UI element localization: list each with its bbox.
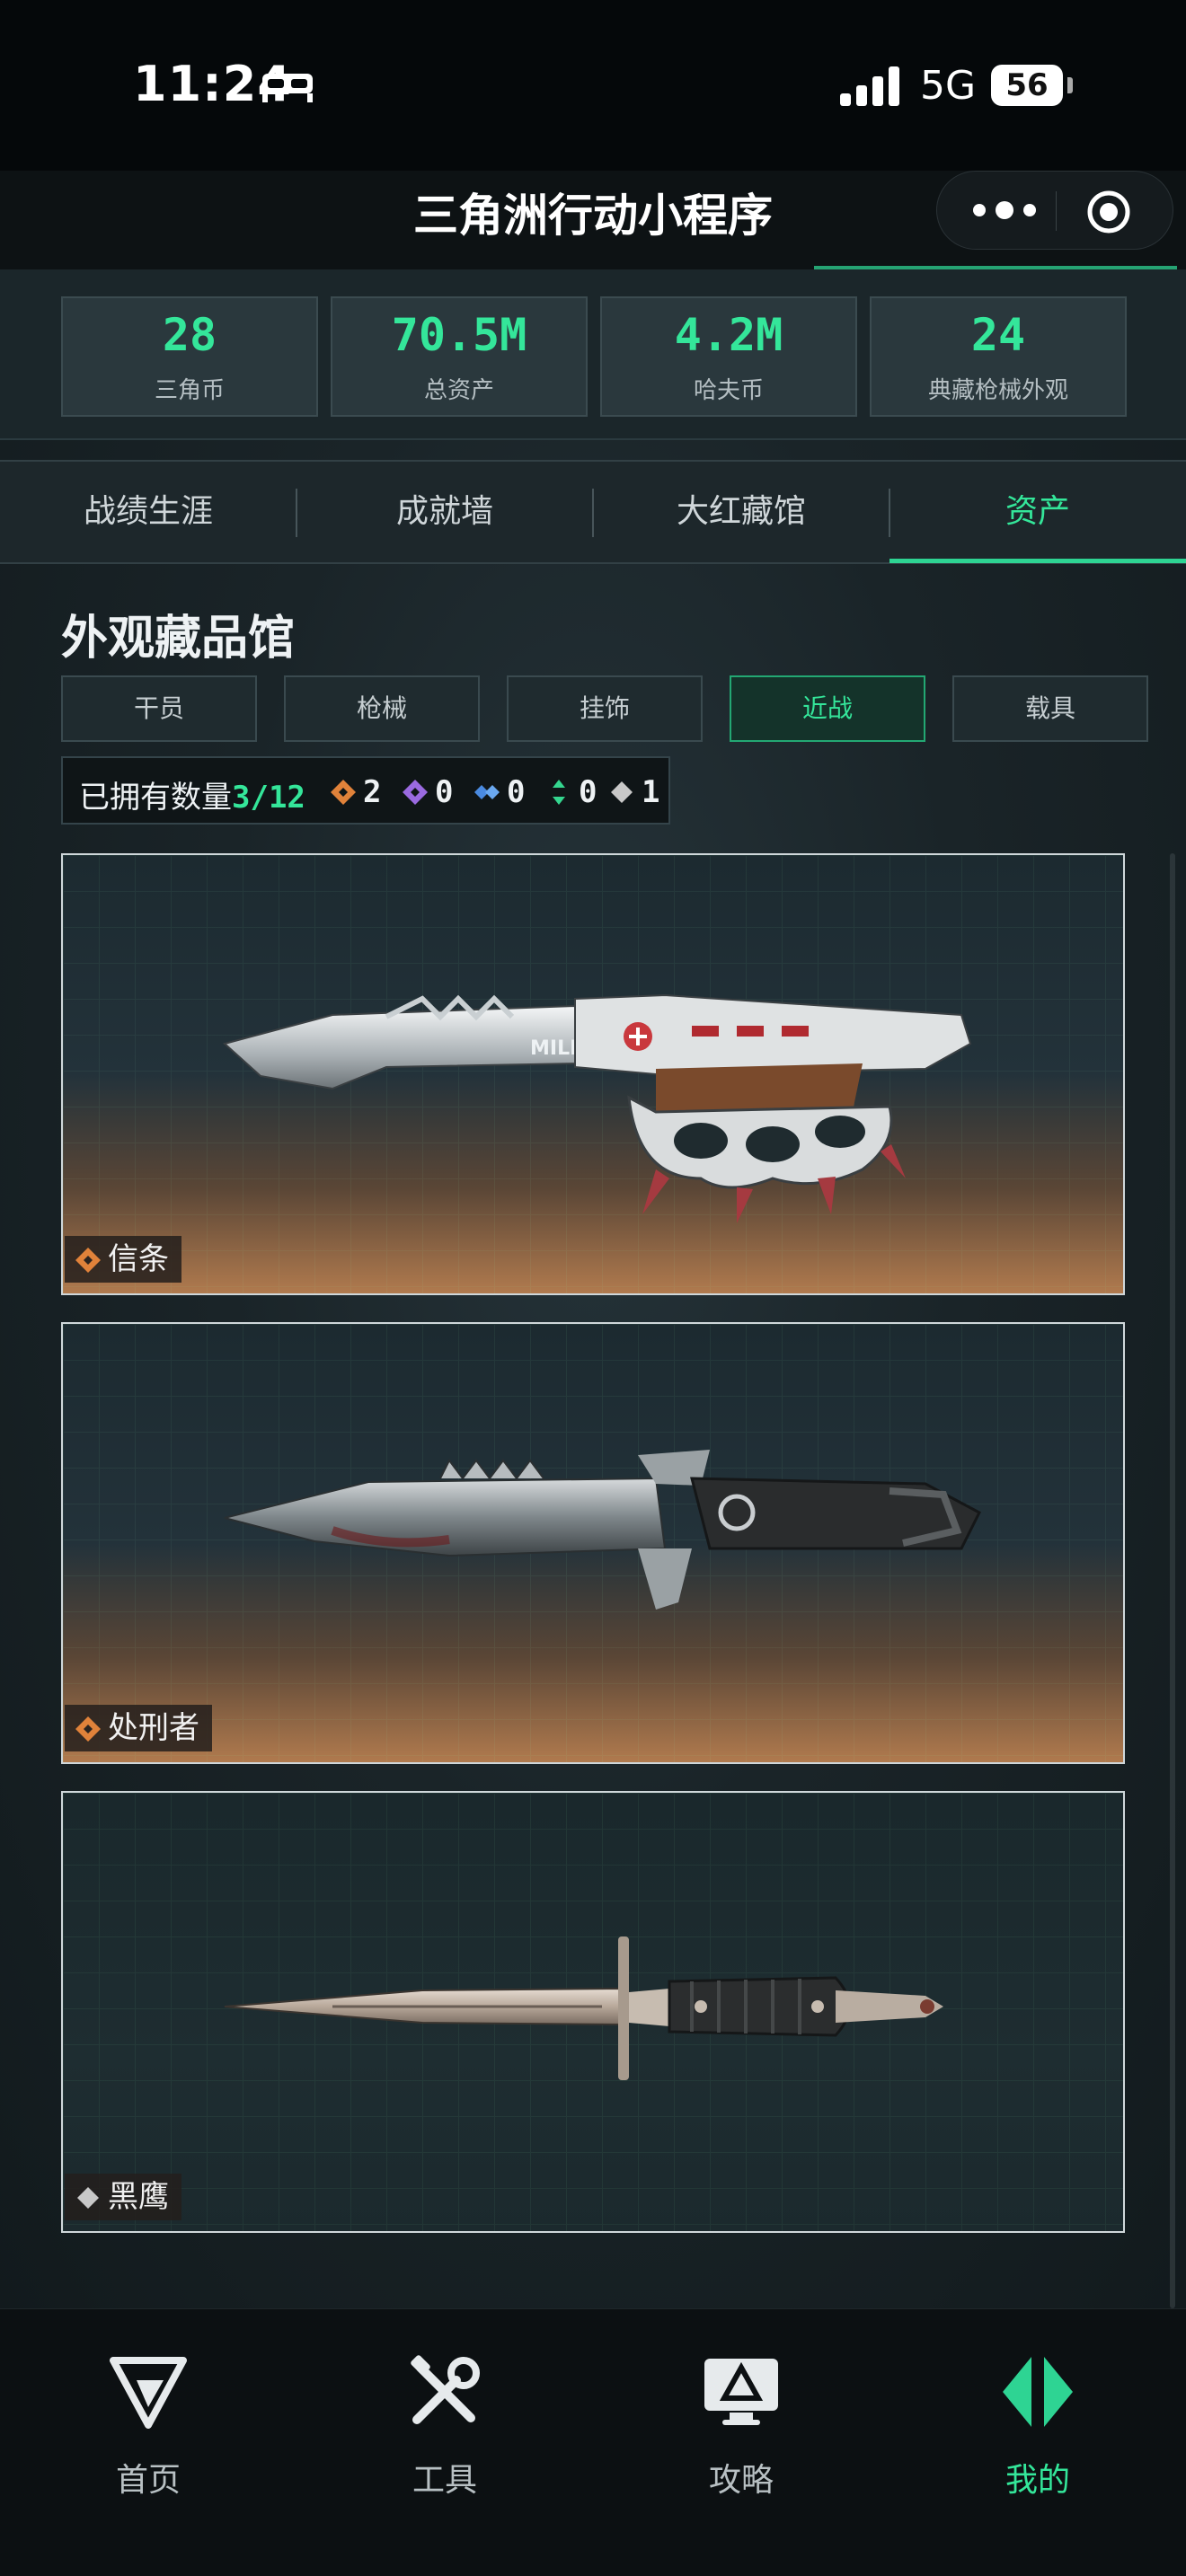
- category-weapons[interactable]: 枪械: [284, 675, 480, 742]
- tab-achievements[interactable]: 成就墙: [296, 462, 593, 562]
- item-card-executioner[interactable]: 处刑者: [61, 1322, 1125, 1764]
- main-tabs: 战绩生涯 成就墙 大红藏馆 资产: [0, 460, 1186, 564]
- nav-profile[interactable]: 我的: [890, 2353, 1186, 2506]
- profile-diamond-icon: [1003, 2357, 1073, 2427]
- knife-image-xintiao: MILLFIELD: [222, 993, 972, 1223]
- nav-label: 我的: [1005, 2462, 1070, 2499]
- purple-diamond-icon: [403, 780, 428, 805]
- miniprogram-capsule: [936, 171, 1173, 250]
- stat-card-collection-skins: 24 典藏枪械外观: [870, 296, 1127, 417]
- stat-value: 24: [970, 309, 1026, 361]
- nav-label: 攻略: [708, 2462, 774, 2499]
- stats-glow-line: [814, 266, 1177, 269]
- item-name: 处刑者: [108, 1710, 199, 1746]
- nav-home[interactable]: 首页: [0, 2353, 296, 2506]
- category-operators[interactable]: 干员: [61, 675, 257, 742]
- battery-level: 56: [991, 65, 1063, 106]
- category-melee[interactable]: 近战: [730, 675, 925, 742]
- blue-diamond-icon: [474, 785, 500, 799]
- rarity-value: 2: [363, 774, 382, 810]
- owned-label-wrap: 已拥有数量3/12: [79, 772, 305, 816]
- tab-active-indicator: [890, 559, 1186, 563]
- nav-label: 首页: [115, 2462, 181, 2499]
- knife-image-black-hawk: [224, 1936, 943, 2080]
- item-card-black-hawk[interactable]: 黑鹰: [61, 1791, 1125, 2233]
- tab-career[interactable]: 战绩生涯: [0, 462, 296, 562]
- item-name-tag: 处刑者: [65, 1705, 212, 1751]
- stat-label: 三角币: [154, 377, 225, 404]
- rarity-value: 1: [642, 774, 660, 810]
- orange-diamond-icon: [331, 780, 356, 805]
- bed-icon: [262, 74, 313, 102]
- stat-value: 70.5M: [391, 309, 527, 361]
- category-charms[interactable]: 挂饰: [507, 675, 703, 742]
- item-card-xintiao[interactable]: MILLFIELD 信条: [61, 853, 1125, 1295]
- green-arrows-icon: [553, 780, 565, 805]
- item-name: 黑鹰: [108, 2179, 169, 2215]
- tools-icon: [411, 2355, 480, 2424]
- nav-label: 工具: [412, 2462, 477, 2499]
- orange-diamond-icon: [75, 1716, 101, 1742]
- monitor-guide-icon: [704, 2359, 778, 2425]
- item-name-tag: 信条: [65, 1236, 181, 1283]
- orange-diamond-icon: [75, 1248, 101, 1273]
- battery-tip: [1067, 77, 1073, 93]
- stat-label: 典藏枪械外观: [927, 377, 1068, 404]
- more-dots-icon[interactable]: [969, 197, 1040, 224]
- stat-value: 28: [162, 309, 217, 361]
- item-name-tag: 黑鹰: [65, 2174, 181, 2220]
- stat-card-sanjiao: 28 三角币: [61, 296, 318, 417]
- stat-card-hafu: 4.2M 哈夫币: [600, 296, 857, 417]
- stat-label: 总资产: [423, 377, 494, 404]
- nav-tools[interactable]: 工具: [296, 2353, 593, 2506]
- gray-diamond-icon: [611, 781, 633, 803]
- owned-summary: 已拥有数量3/12 2 0 0 0 1: [61, 756, 670, 825]
- signal-icon: [840, 66, 899, 106]
- owned-label: 已拥有数量: [79, 780, 232, 816]
- target-icon[interactable]: [1086, 190, 1131, 234]
- stat-value: 4.2M: [674, 309, 783, 361]
- capsule-divider: [1056, 191, 1057, 231]
- item-name: 信条: [108, 1241, 169, 1277]
- category-vehicles[interactable]: 载具: [952, 675, 1148, 742]
- network-type: 5G: [920, 63, 977, 109]
- rarity-value: 0: [435, 774, 454, 810]
- tab-red-collection[interactable]: 大红藏馆: [593, 462, 890, 562]
- rarity-value: 0: [579, 774, 597, 810]
- stat-card-total-assets: 70.5M 总资产: [331, 296, 588, 417]
- knife-image-executioner: [224, 1450, 981, 1610]
- tab-assets[interactable]: 资产: [890, 462, 1186, 562]
- scrollbar[interactable]: [1170, 853, 1175, 2308]
- delta-logo-icon: [110, 2357, 187, 2429]
- stat-label: 哈夫币: [693, 377, 764, 404]
- rarity-value: 0: [507, 774, 526, 810]
- status-bar: 11:24 5G 56: [0, 0, 1186, 171]
- gray-diamond-icon: [77, 2187, 99, 2209]
- owned-count: 3/12: [232, 780, 305, 816]
- nav-guides[interactable]: 攻略: [593, 2353, 890, 2506]
- section-title: 外观藏品馆: [61, 612, 296, 666]
